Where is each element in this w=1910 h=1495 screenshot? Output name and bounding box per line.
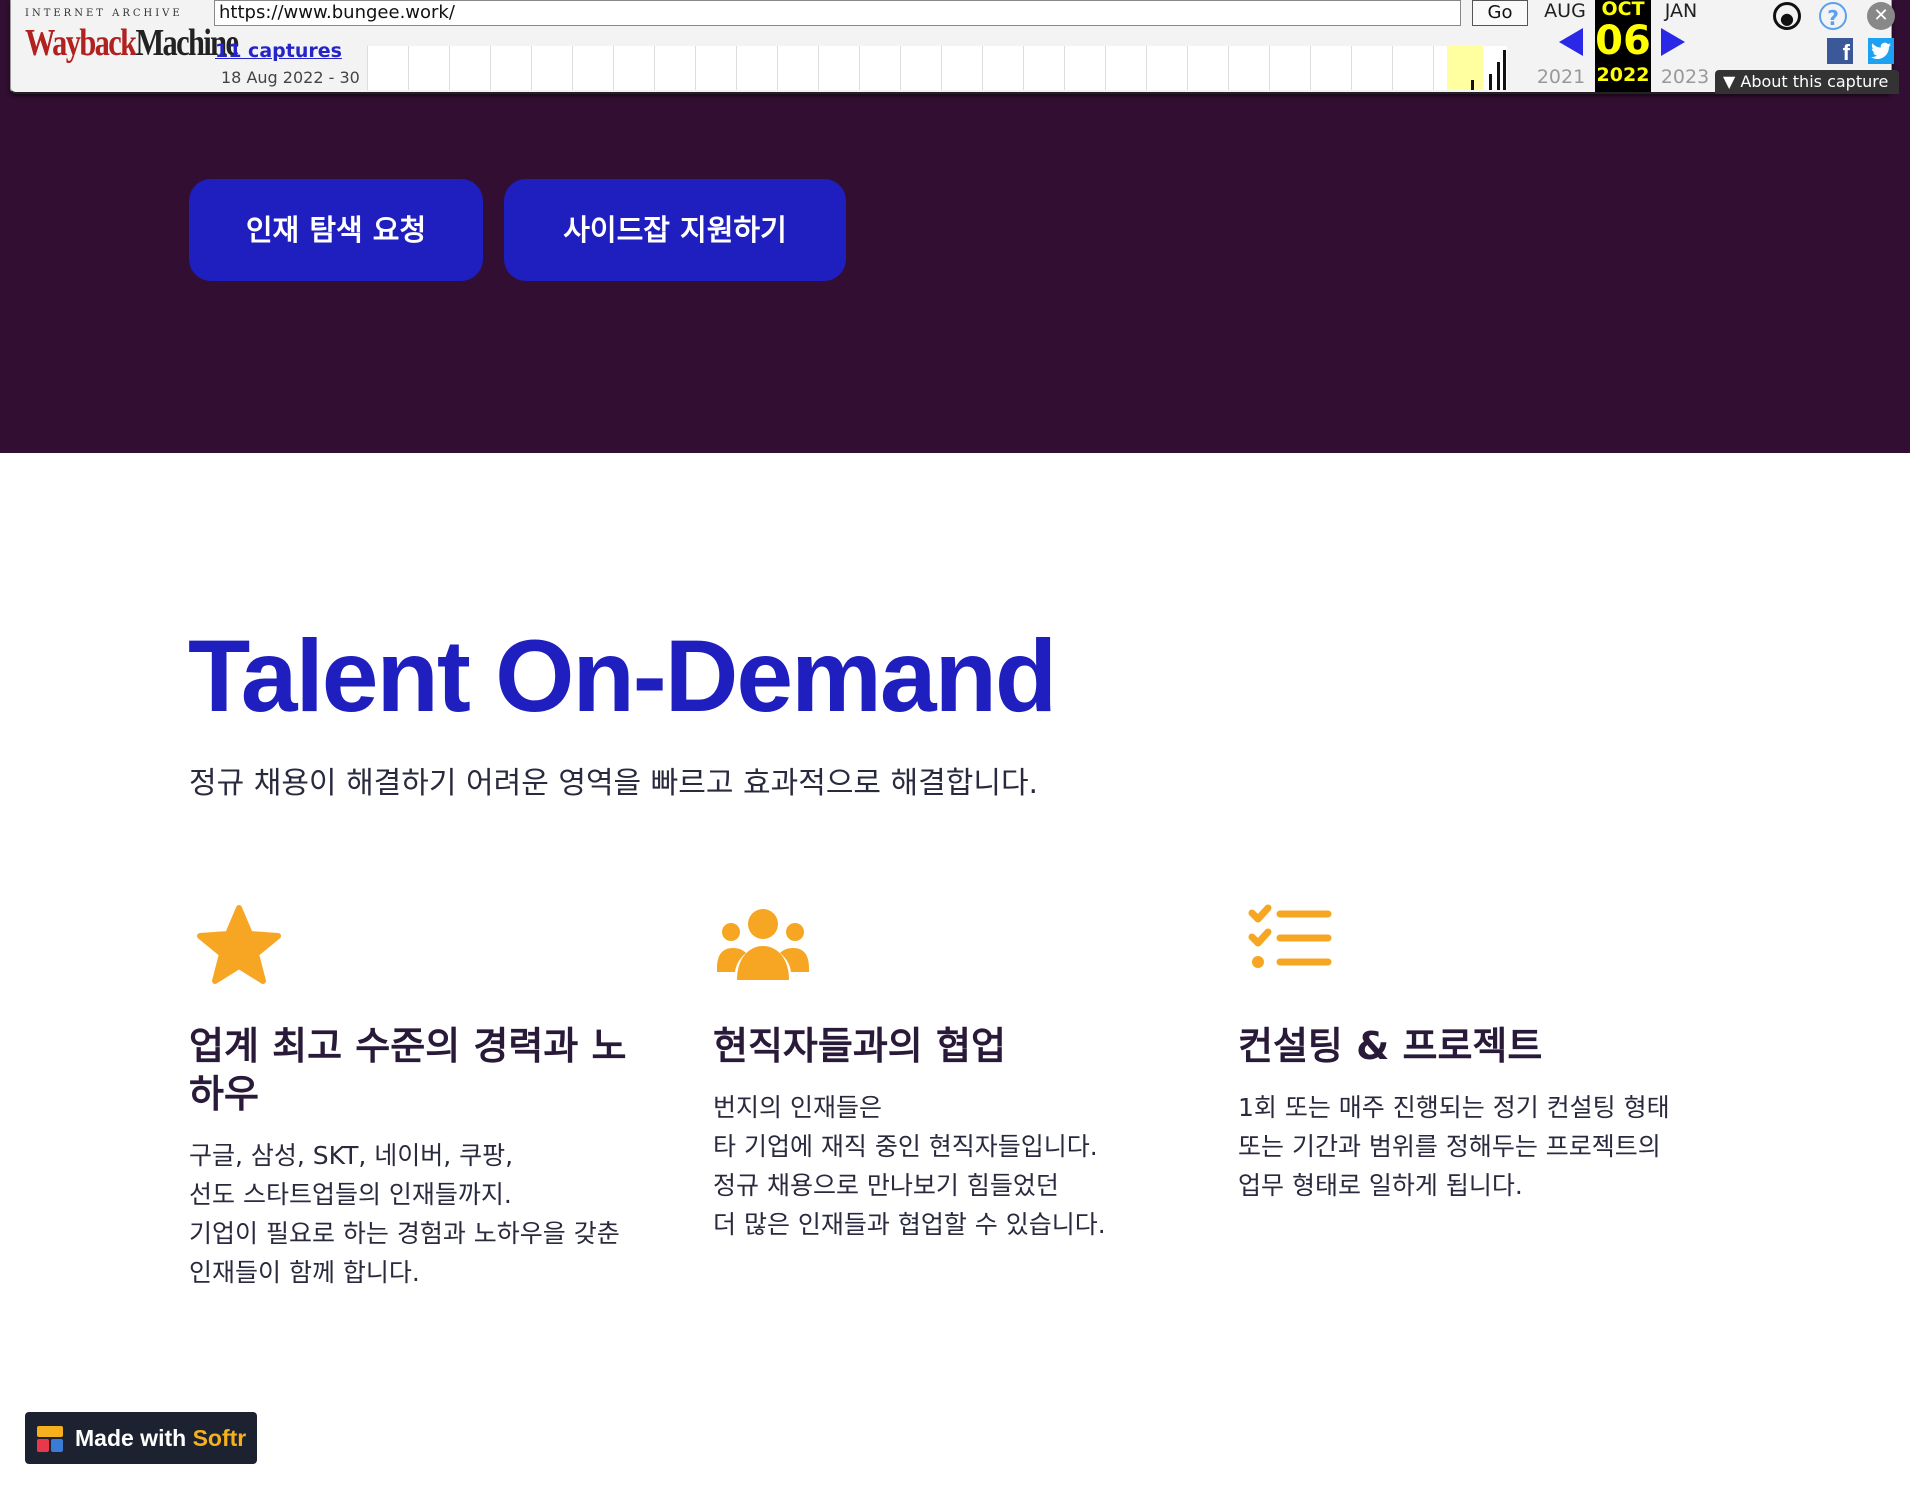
- made-with-softr-badge[interactable]: Made with Softr: [25, 1412, 257, 1464]
- facebook-icon[interactable]: f: [1827, 38, 1853, 65]
- wayback-toolbar: INTERNET ARCHIVE WaybackMachine https://…: [0, 0, 1910, 102]
- wayback-url-input[interactable]: https://www.bungee.work/: [214, 0, 1461, 26]
- wayback-go-button[interactable]: Go: [1472, 0, 1528, 26]
- feature-card: 현직자들과의 협업 번지의 인재들은 타 기업에 재직 중인 현직자들입니다. …: [713, 900, 1193, 1239]
- about-capture-button[interactable]: ▼ About this capture: [1715, 70, 1899, 94]
- about-capture-label: About this capture: [1740, 72, 1889, 91]
- twitter-bird-icon: [1871, 42, 1891, 59]
- close-icon[interactable]: ✕: [1867, 2, 1895, 30]
- current-year: 2022: [1596, 64, 1650, 86]
- help-icon[interactable]: ?: [1819, 2, 1847, 30]
- wayback-logo[interactable]: INTERNET ARCHIVE WaybackMachine: [25, 8, 239, 86]
- feature-title: 현직자들과의 협업: [713, 1024, 1006, 1068]
- feature-card: 컨설팅 & 프로젝트 1회 또는 매주 진행되는 정기 컨설팅 형태 또는 기간…: [1238, 900, 1718, 1200]
- next-year-label[interactable]: 2023: [1655, 66, 1715, 88]
- current-month: OCT: [1601, 0, 1645, 20]
- feature-title: 업계 최고 수준의 경력과 노하우: [189, 1024, 627, 1116]
- feature-title: 컨설팅 & 프로젝트: [1238, 1024, 1543, 1068]
- feature-card: 업계 최고 수준의 경력과 노하우 구글, 삼성, SKT, 네이버, 쿠팡, …: [189, 900, 669, 1287]
- current-capture-date: OCT 06 2022: [1595, 0, 1651, 92]
- sparkline-tick: [1471, 80, 1474, 90]
- feature-description: 번지의 인재들은 타 기업에 재직 중인 현직자들입니다. 정규 채용으로 만나…: [713, 1093, 1106, 1239]
- user-icon[interactable]: ●: [1773, 2, 1801, 30]
- feature-description: 1회 또는 매주 진행되는 정기 컨설팅 형태 또는 기간과 범위를 정해두는 …: [1238, 1093, 1670, 1200]
- talent-search-request-button[interactable]: 인재 탐색 요청: [189, 179, 483, 281]
- side-job-apply-button[interactable]: 사이드잡 지원하기: [504, 179, 846, 281]
- sparkline-tick: [1503, 50, 1506, 90]
- sparkline-tick: [1489, 74, 1492, 90]
- next-capture-arrow-icon[interactable]: [1661, 28, 1685, 56]
- hero-section: 인재 탐색 요청 사이드잡 지원하기: [0, 102, 1910, 453]
- captures-link[interactable]: 11 captures: [215, 40, 342, 62]
- caret-down-icon: ▼: [1723, 72, 1741, 91]
- prev-year-label[interactable]: 2021: [1531, 66, 1591, 88]
- internet-archive-label: INTERNET ARCHIVE: [25, 8, 183, 19]
- sparkline-tick: [1497, 62, 1500, 90]
- softr-badge-text: Made with Softr: [75, 1425, 247, 1451]
- users-icon: [717, 909, 809, 980]
- prev-capture-arrow-icon[interactable]: [1559, 28, 1583, 56]
- page-title: Talent On-Demand: [188, 619, 1057, 733]
- softr-logo-icon: [37, 1426, 63, 1452]
- current-day: 06: [1595, 18, 1651, 64]
- prev-month-label[interactable]: AUG: [1535, 0, 1595, 22]
- page-subtitle: 정규 채용이 해결하기 어려운 영역을 빠르고 효과적으로 해결합니다.: [189, 766, 1039, 801]
- capture-sparkline[interactable]: [367, 46, 1507, 90]
- sparkline-highlight: [1447, 46, 1483, 90]
- feature-description: 구글, 삼성, SKT, 네이버, 쿠팡, 선도 스타트업들의 인재들까지. 기…: [189, 1141, 620, 1287]
- twitter-icon[interactable]: [1868, 38, 1894, 64]
- wayback-machine-wordmark: WaybackMachine: [25, 22, 239, 64]
- next-month-label[interactable]: JAN: [1651, 0, 1711, 22]
- capture-date-range: 18 Aug 2022 - 30: [221, 68, 360, 87]
- wayback-toolbar-panel: INTERNET ARCHIVE WaybackMachine https://…: [10, 0, 1899, 94]
- star-icon: [197, 905, 281, 984]
- checklist-icon: [1248, 904, 1332, 968]
